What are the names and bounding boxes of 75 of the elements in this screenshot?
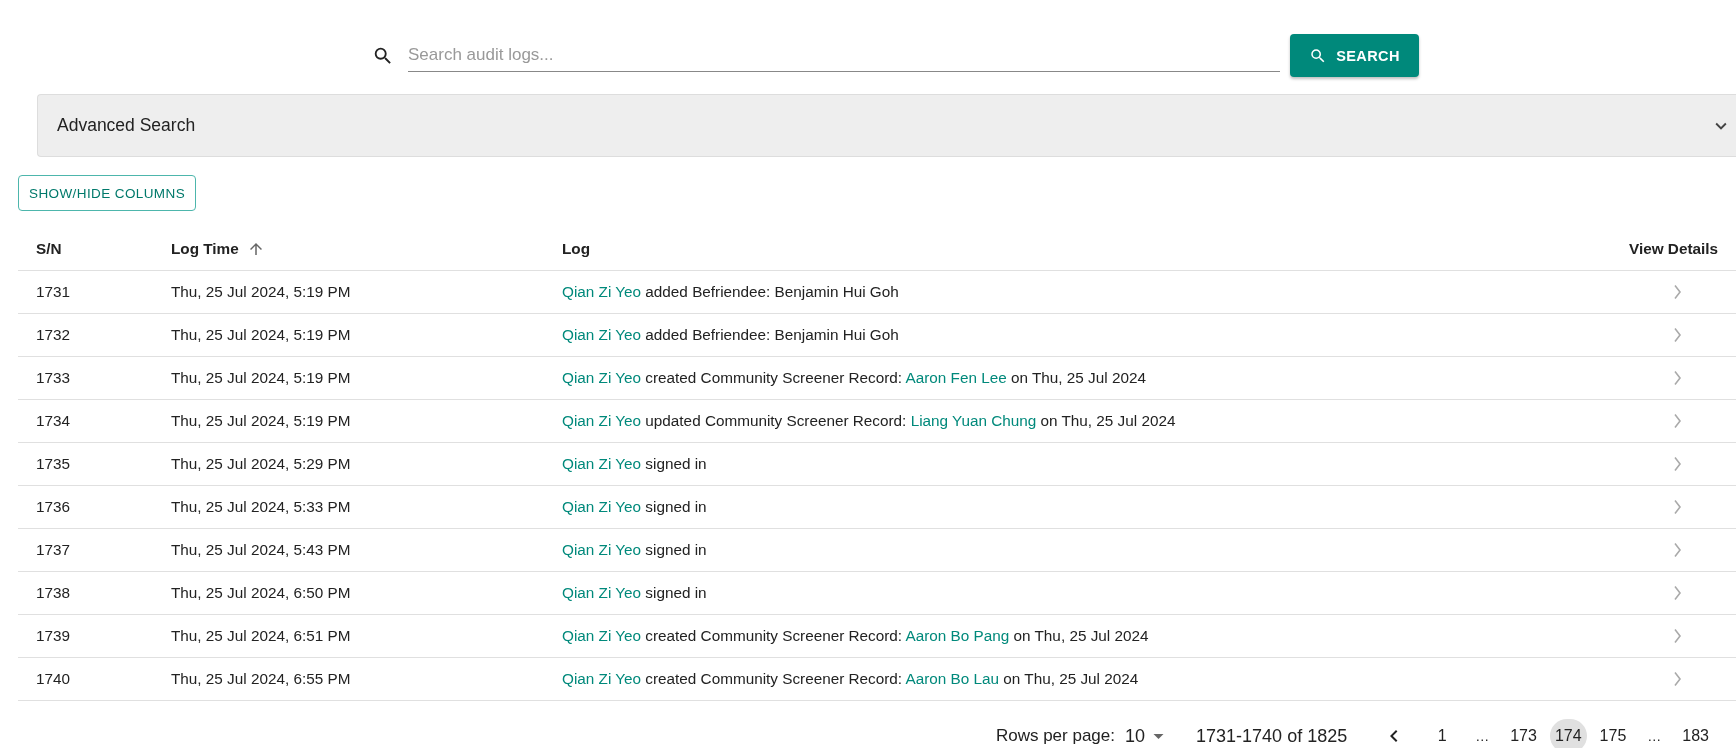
chevron-right-icon[interactable] xyxy=(1673,327,1682,343)
rows-per-page-label: Rows per page: xyxy=(995,726,1115,746)
log-entry: Qian Zi Yeo created Community Screener Record: Aaron Fen Lee on Thu, 25 Jul 2024 xyxy=(562,369,1146,387)
serial-number: 1737 xyxy=(36,541,71,559)
log-time: Thu, 25 Jul 2024, 5:19 PM xyxy=(171,369,351,387)
column-header[interactable]: Log Time xyxy=(171,239,239,258)
previous-page-icon[interactable] xyxy=(1389,729,1400,743)
page-range: 1731-1740 of 1825 xyxy=(1196,725,1348,747)
page-ellipsis: … xyxy=(1647,728,1662,744)
name-link[interactable]: Qian Zi Yeo xyxy=(562,670,642,687)
log-entry: Qian Zi Yeo created Community Screener Record: Aaron Bo Pang on Thu, 25 Jul 2024 xyxy=(562,627,1149,645)
name-link[interactable]: Aaron Bo Pang xyxy=(905,627,1010,644)
chevron-right-icon[interactable] xyxy=(1673,370,1682,386)
chevron-right-icon[interactable] xyxy=(1673,284,1682,300)
page-button[interactable]: 183 xyxy=(1677,719,1714,748)
page-button[interactable]: 174 xyxy=(1549,719,1587,748)
name-link[interactable]: Qian Zi Yeo xyxy=(562,541,642,558)
column-header[interactable]: S/N xyxy=(36,239,62,258)
log-time: Thu, 25 Jul 2024, 6:51 PM xyxy=(171,627,351,645)
log-time: Thu, 25 Jul 2024, 5:43 PM xyxy=(171,541,351,559)
advanced-search-title: Advanced Search xyxy=(57,115,196,136)
name-link[interactable]: Qian Zi Yeo xyxy=(562,412,642,429)
search-button[interactable]: SEARCH xyxy=(1290,34,1419,77)
log-entry: Qian Zi Yeo created Community Screener Record: Aaron Bo Lau on Thu, 25 Jul 2024 xyxy=(562,670,1139,688)
chevron-right-icon[interactable] xyxy=(1673,628,1682,644)
search-field[interactable]: Search audit logs... xyxy=(408,39,1280,72)
log-time: Thu, 25 Jul 2024, 5:19 PM xyxy=(171,283,351,301)
name-link[interactable]: Qian Zi Yeo xyxy=(562,326,642,343)
log-time: Thu, 25 Jul 2024, 5:19 PM xyxy=(171,412,351,430)
log-entry: Qian Zi Yeo signed in xyxy=(562,498,707,516)
serial-number: 1734 xyxy=(36,412,71,430)
log-entry: Qian Zi Yeo signed in xyxy=(562,541,707,559)
log-entry: Qian Zi Yeo updated Community Screener Record: Liang Yuan Chung on Thu, 25 Jul 2024 xyxy=(562,412,1176,430)
chevron-right-icon[interactable] xyxy=(1673,456,1682,472)
page-button[interactable]: 175 xyxy=(1594,719,1632,748)
name-link[interactable]: Aaron Bo Lau xyxy=(905,670,1000,687)
log-time: Thu, 25 Jul 2024, 6:55 PM xyxy=(171,670,351,688)
dropdown-icon xyxy=(1153,733,1165,739)
show-hide-columns-button[interactable]: SHOW/HIDE COLUMNS xyxy=(18,175,197,211)
serial-number: 1731 xyxy=(36,283,71,301)
chevron-right-icon[interactable] xyxy=(1673,585,1682,601)
serial-number: 1733 xyxy=(36,369,71,387)
advanced-search-panel[interactable]: Advanced Search xyxy=(37,94,1736,157)
name-link[interactable]: Qian Zi Yeo xyxy=(562,455,642,472)
serial-number: 1735 xyxy=(36,455,71,473)
rows-per-page-select[interactable]: 10 xyxy=(1125,725,1165,747)
chevron-right-icon[interactable] xyxy=(1673,413,1682,429)
chevron-right-icon[interactable] xyxy=(1673,499,1682,515)
log-entry: Qian Zi Yeo added Befriendee: Benjamin Hui Goh xyxy=(562,283,899,301)
chevron-right-icon[interactable] xyxy=(1673,542,1682,558)
log-time: Thu, 25 Jul 2024, 5:29 PM xyxy=(171,455,351,473)
serial-number: 1738 xyxy=(36,584,71,602)
name-link[interactable]: Qian Zi Yeo xyxy=(562,627,642,644)
page-button[interactable]: 1 xyxy=(1425,719,1460,748)
log-time: Thu, 25 Jul 2024, 6:50 PM xyxy=(171,584,351,602)
page-ellipsis: … xyxy=(1475,728,1490,744)
log-time: Thu, 25 Jul 2024, 5:33 PM xyxy=(171,498,351,516)
name-link[interactable]: Qian Zi Yeo xyxy=(562,283,642,300)
serial-number: 1732 xyxy=(36,326,71,344)
serial-number: 1736 xyxy=(36,498,71,516)
name-link[interactable]: Qian Zi Yeo xyxy=(562,369,642,386)
chevron-right-icon[interactable] xyxy=(1673,671,1682,687)
page-button[interactable]: 173 xyxy=(1505,719,1542,748)
name-link[interactable]: Qian Zi Yeo xyxy=(562,498,642,515)
serial-number: 1739 xyxy=(36,627,71,645)
log-entry: Qian Zi Yeo signed in xyxy=(562,455,707,473)
column-header[interactable]: Log xyxy=(562,239,591,258)
name-link[interactable]: Qian Zi Yeo xyxy=(562,584,642,601)
name-link[interactable]: Liang Yuan Chung xyxy=(910,412,1037,429)
log-entry: Qian Zi Yeo added Befriendee: Benjamin Hui Goh xyxy=(562,326,899,344)
name-link[interactable]: Aaron Fen Lee xyxy=(905,369,1007,386)
serial-number: 1740 xyxy=(36,670,71,688)
column-header[interactable]: View Details xyxy=(1629,239,1718,258)
log-entry: Qian Zi Yeo signed in xyxy=(562,584,707,602)
log-time: Thu, 25 Jul 2024, 5:19 PM xyxy=(171,326,351,344)
